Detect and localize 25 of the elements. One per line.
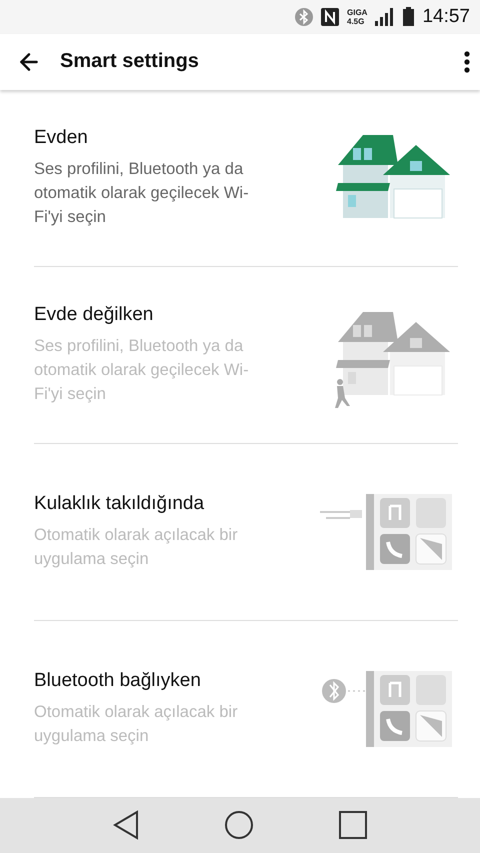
nfc-icon xyxy=(321,8,339,26)
settings-item[interactable]: Evden Ses profilini, Bluetooth ya da otomatik olarak geçilecek Wi-Fi'yi seçin xyxy=(34,90,458,267)
recent-apps-icon[interactable] xyxy=(338,810,368,840)
item-description: Ses profilini, Bluetooth ya da otomatik olarak geçilecek Wi-Fi'yi seçin xyxy=(34,336,250,405)
signal-icon xyxy=(375,8,396,26)
item-title: Evden xyxy=(34,126,89,149)
more-options-button[interactable] xyxy=(464,50,470,73)
clock: 14:57 xyxy=(422,6,470,28)
item-description: Otomatik olarak açılacak bir uygulama seçin xyxy=(34,702,239,747)
more-options-icon xyxy=(464,50,470,73)
settings-item[interactable]: Kulaklık takıldığında Otomatik olarak açılacak bir uygulama seçin xyxy=(34,444,458,621)
network-label: GIGA xyxy=(347,8,368,17)
home-icon[interactable] xyxy=(224,810,254,840)
back-icon[interactable] xyxy=(112,810,140,840)
settings-item[interactable]: Evde değilken Ses profilini, Bluetooth ya da otomatik olarak geçilecek Wi-Fi'yi seçin xyxy=(34,266,458,444)
page-title: Smart settings xyxy=(60,50,200,74)
network-type: 4.5G xyxy=(347,16,366,26)
item-description: Otomatik olarak açılacak bir uygulama seçin xyxy=(34,524,239,570)
item-title: Evde değilken xyxy=(34,304,154,326)
battery-icon xyxy=(403,7,414,26)
item-description: Ses profilini, Bluetooth ya da otomatik olarak geçilecek Wi-Fi'yi seçin xyxy=(34,158,250,228)
settings-item[interactable]: Bluetooth bağlıyken Otomatik olarak açılacak bir uygulama seçin xyxy=(34,620,458,798)
item-title: Kulaklık takıldığında xyxy=(34,492,206,515)
item-title: Bluetooth bağlıyken xyxy=(34,670,202,692)
bluetooth-icon xyxy=(295,8,313,26)
